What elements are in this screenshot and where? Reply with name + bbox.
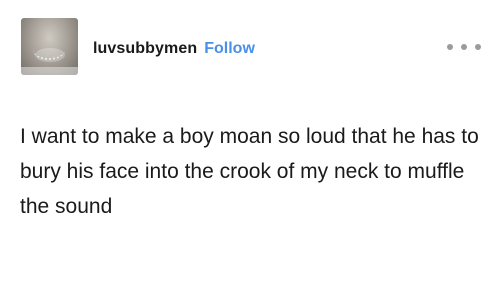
post-card: luvsubbymen Follow I want to make a boy … [0,0,500,289]
menu-dot [461,44,467,50]
menu-dot [475,44,481,50]
avatar-band [21,67,78,75]
more-options-icon[interactable] [447,41,481,53]
username-link[interactable]: luvsubbymen [93,40,197,58]
post-header: luvsubbymen Follow [93,37,255,61]
avatar[interactable] [21,18,78,75]
follow-button[interactable]: Follow [204,40,255,58]
post-body-text: I want to make a boy moan so loud that h… [20,125,479,218]
avatar-necklace [33,40,65,60]
menu-dot [447,44,453,50]
